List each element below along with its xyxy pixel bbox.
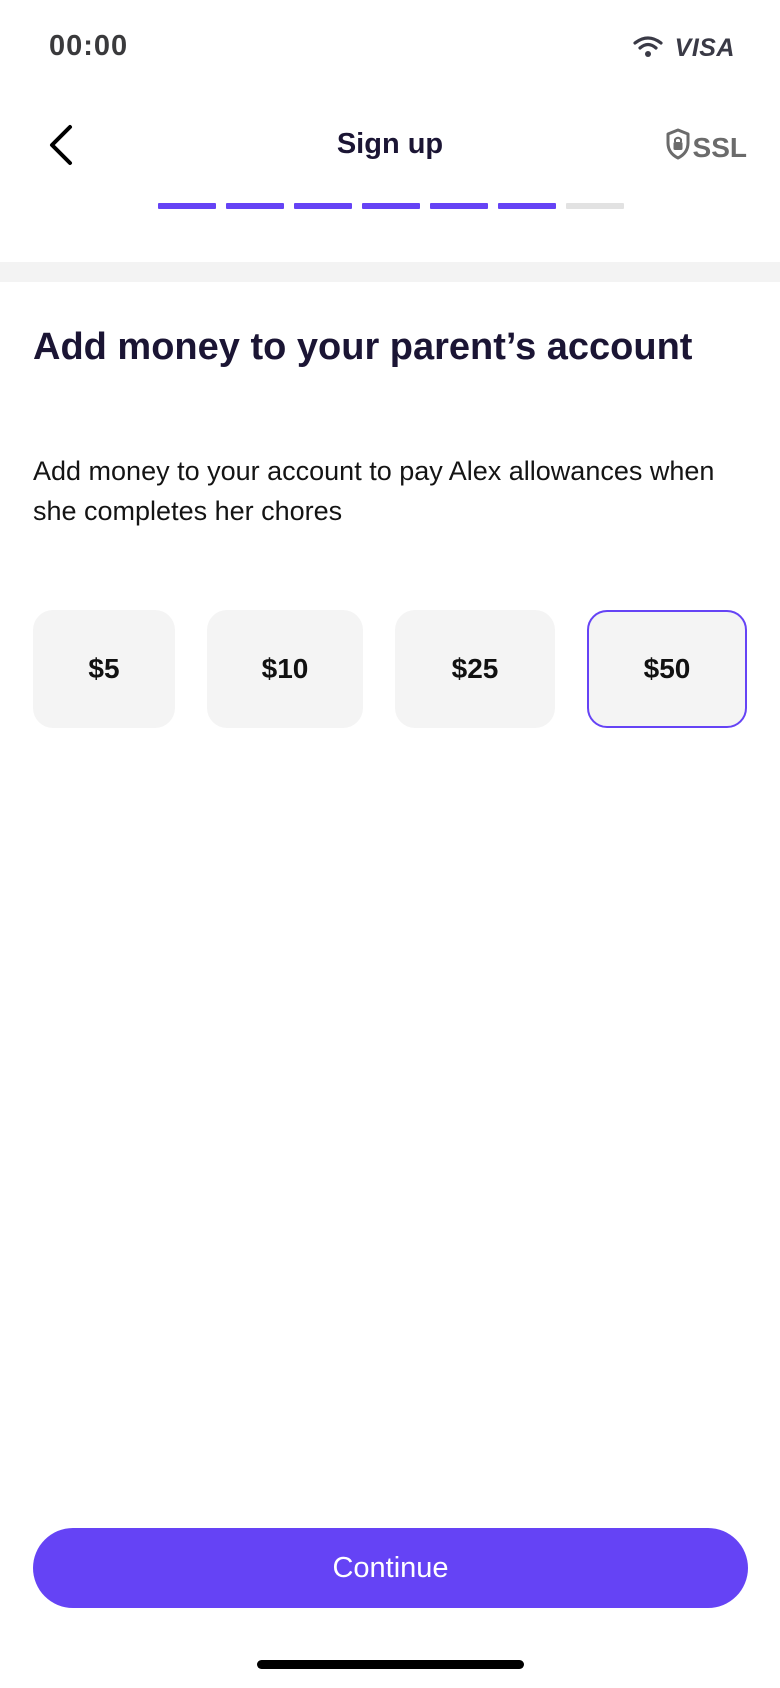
progress-step (158, 203, 216, 209)
status-indicators: VISA (633, 34, 735, 63)
wifi-icon (633, 34, 663, 63)
home-indicator (257, 1660, 524, 1669)
section-divider (0, 262, 780, 282)
progress-step (226, 203, 284, 209)
nav-title: Sign up (336, 128, 444, 160)
progress-step (362, 203, 420, 209)
progress-step (294, 203, 352, 209)
amount-label: $10 (261, 653, 309, 684)
progress-step (566, 203, 624, 209)
continue-button[interactable]: Continue (33, 1528, 748, 1608)
status-time: 00:00 (49, 30, 129, 62)
status-bar: 00:00 VISA (0, 0, 780, 100)
progress-step (498, 203, 556, 209)
page-title: Add money to your parent’s account (33, 326, 693, 368)
ssl-badge: SSL (665, 128, 747, 167)
progress-step (430, 203, 488, 209)
page-description: Add money to your account to pay Alex al… (33, 456, 715, 526)
amount-option-5[interactable]: $5 (33, 610, 175, 728)
amount-option-50[interactable]: $50 (587, 610, 747, 728)
shield-lock-icon (665, 128, 691, 167)
amount-option-10[interactable]: $10 (207, 610, 363, 728)
amount-option-25[interactable]: $25 (395, 610, 555, 728)
progress-indicator (158, 203, 624, 209)
amount-label: $25 (451, 653, 499, 684)
visa-logo: VISA (674, 34, 735, 62)
ssl-label: SSL (692, 131, 747, 163)
nav-bar: Sign up SSL (0, 100, 780, 200)
amount-label: $50 (643, 653, 691, 684)
amount-label: $5 (88, 653, 120, 684)
